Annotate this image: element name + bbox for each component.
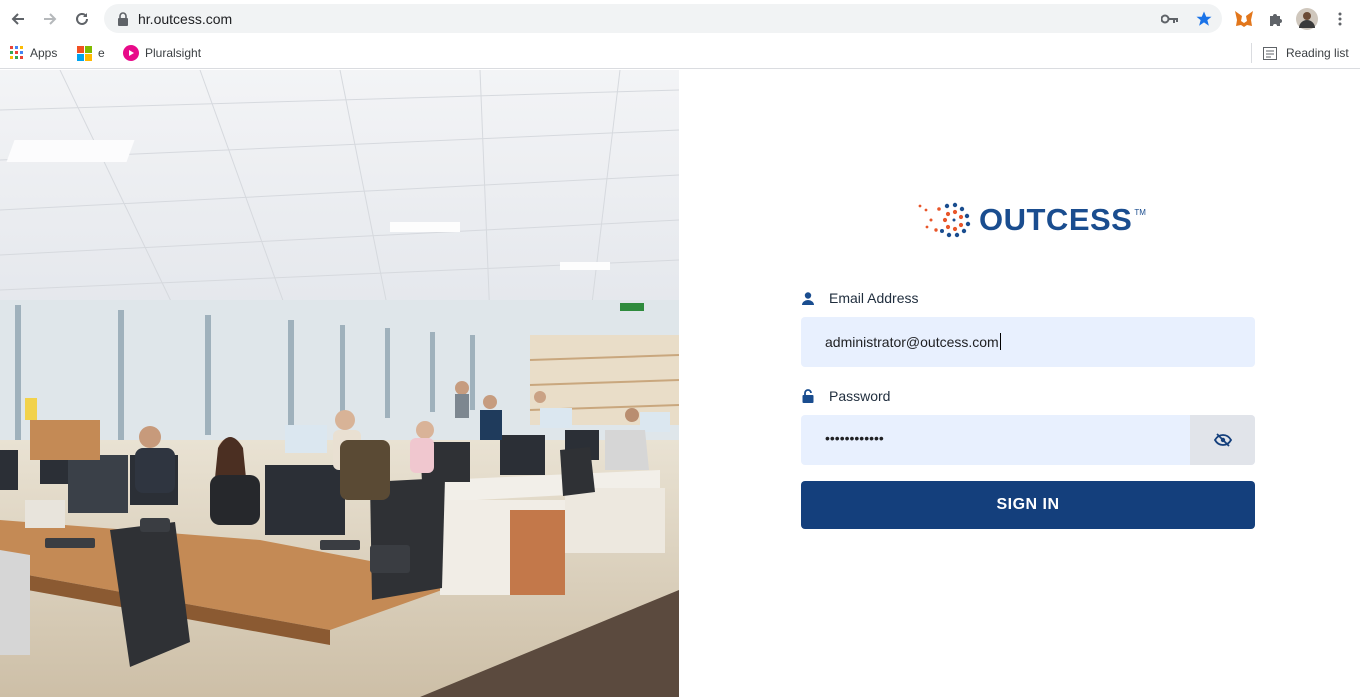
password-field[interactable]: ••••••••••••	[801, 415, 1255, 465]
back-button[interactable]	[7, 8, 29, 30]
email-field[interactable]: administrator@outcess.com	[801, 317, 1255, 367]
metamask-icon[interactable]	[1233, 8, 1255, 30]
password-value: ••••••••••••	[825, 430, 884, 446]
reading-list-label: Reading list	[1286, 46, 1349, 60]
profile-avatar[interactable]	[1296, 8, 1318, 30]
lock-icon	[117, 12, 129, 31]
url-text: hr.outcess.com	[138, 11, 233, 27]
address-bar[interactable]: hr.outcess.com	[104, 4, 1222, 33]
bookmark-label: Apps	[30, 46, 58, 60]
login-panel: OUTCESS TM Email Address administrator@o…	[679, 70, 1360, 697]
bookmark-pluralsight[interactable]: Pluralsight	[123, 42, 201, 64]
reading-list-icon	[1263, 46, 1277, 60]
login-page: OUTCESS TM Email Address administrator@o…	[0, 70, 1360, 697]
email-label-text: Email Address	[829, 290, 919, 306]
text-caret	[999, 333, 1001, 350]
apps-grid-icon	[10, 46, 23, 59]
logo-trademark: TM	[1134, 208, 1146, 217]
reading-list-button[interactable]: Reading list	[1263, 42, 1349, 64]
email-value: administrator@outcess.com	[825, 333, 1001, 350]
bookmarks-bar: Apps e Pluralsight Reading list	[0, 37, 1360, 69]
forward-button[interactable]	[39, 8, 61, 30]
bookmark-star-icon[interactable]	[1195, 10, 1213, 28]
bookmarks-divider	[1251, 43, 1252, 63]
toggle-password-visibility-button[interactable]	[1190, 415, 1255, 465]
outcess-logo-mark-icon	[918, 202, 971, 238]
back-arrow-icon	[11, 13, 24, 25]
browser-toolbar: hr.outcess.com	[0, 0, 1360, 37]
email-label: Email Address	[801, 289, 918, 307]
pluralsight-icon	[123, 45, 139, 61]
forward-arrow-icon	[44, 13, 57, 25]
outcess-logo: OUTCESS TM	[917, 200, 1146, 240]
logo-text: OUTCESS	[979, 202, 1133, 237]
sign-in-button[interactable]: SIGN IN	[801, 481, 1255, 529]
user-icon	[801, 291, 815, 305]
microsoft-icon	[77, 45, 92, 61]
menu-kebab-icon[interactable]	[1329, 8, 1351, 30]
bookmark-e[interactable]: e	[77, 42, 105, 64]
reload-icon	[76, 12, 88, 25]
unlock-icon	[801, 389, 815, 403]
bookmark-apps[interactable]: Apps	[10, 42, 57, 64]
password-label: Password	[801, 387, 890, 405]
office-photo	[0, 70, 679, 697]
reload-button[interactable]	[71, 8, 93, 30]
bookmark-label: e	[98, 46, 105, 60]
key-icon[interactable]	[1161, 10, 1179, 28]
password-label-text: Password	[829, 388, 891, 404]
extensions-puzzle-icon[interactable]	[1265, 8, 1287, 30]
bookmark-label: Pluralsight	[145, 46, 202, 60]
eye-slash-icon	[1213, 433, 1232, 447]
